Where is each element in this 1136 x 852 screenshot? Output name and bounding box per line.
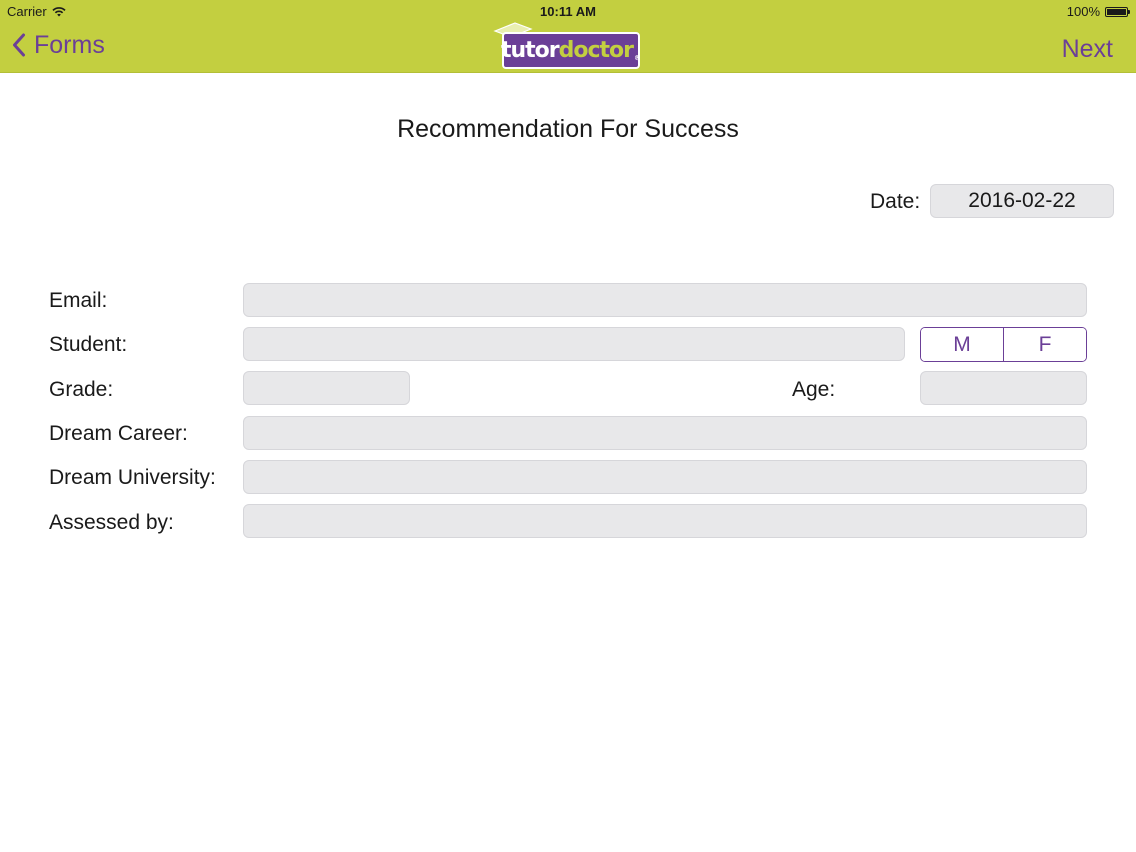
assessed-by-field[interactable]	[243, 504, 1087, 538]
next-button[interactable]: Next	[1062, 34, 1113, 64]
battery-icon	[1105, 6, 1130, 17]
student-label: Student:	[49, 333, 128, 356]
gender-option-female[interactable]: F	[1003, 328, 1086, 361]
assessed-by-label: Assessed by:	[49, 511, 174, 534]
date-label: Date:	[870, 190, 921, 213]
gender-segmented-control: M F	[920, 327, 1087, 362]
age-label: Age:	[792, 378, 836, 401]
back-button-label: Forms	[34, 31, 105, 59]
email-label: Email:	[49, 289, 108, 312]
form-title: Recommendation For Success	[397, 115, 739, 143]
battery-percent: 100%	[1066, 4, 1100, 19]
logo-registered-mark: ®	[634, 54, 642, 62]
dream-university-field[interactable]	[243, 460, 1087, 494]
logo-text-doctor: doctor	[558, 38, 634, 63]
dream-university-label: Dream University:	[49, 466, 216, 489]
date-field[interactable]: 2016-02-22	[930, 184, 1114, 218]
logo-wordmark: tutor doctor ®	[500, 32, 642, 69]
status-right: 100%	[1066, 4, 1130, 19]
student-field[interactable]	[243, 327, 905, 361]
navigation-header: Carrier 10:11 AM 100% Forms tutor doctor…	[0, 0, 1136, 73]
status-bar: Carrier 10:11 AM 100%	[0, 0, 1136, 22]
dream-career-label: Dream Career:	[49, 422, 188, 445]
email-field[interactable]	[243, 283, 1087, 317]
gender-option-male[interactable]: M	[921, 328, 1003, 361]
grade-field[interactable]	[243, 371, 410, 405]
logo-text-tutor: tutor	[500, 38, 560, 63]
tutor-doctor-logo: tutor doctor ®	[493, 22, 643, 70]
page: Carrier 10:11 AM 100% Forms tutor doctor…	[0, 0, 1136, 852]
chevron-left-icon	[13, 33, 25, 57]
dream-career-field[interactable]	[243, 416, 1087, 450]
back-button[interactable]: Forms	[12, 30, 105, 60]
age-field[interactable]	[920, 371, 1087, 405]
status-time: 10:11 AM	[540, 4, 596, 19]
grade-label: Grade:	[49, 378, 114, 401]
